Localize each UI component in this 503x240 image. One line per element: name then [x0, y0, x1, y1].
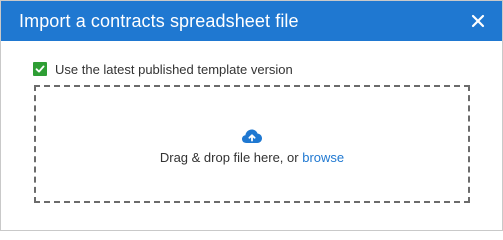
cloud-upload-icon — [242, 129, 262, 143]
dialog-header: Import a contracts spreadsheet file — [1, 1, 502, 41]
use-latest-checkbox[interactable] — [33, 62, 47, 76]
dialog-title: Import a contracts spreadsheet file — [19, 10, 299, 31]
close-icon — [471, 14, 485, 28]
dialog-body: Use the latest published template versio… — [1, 61, 502, 77]
dropzone-text: Drag & drop file here, or browse — [160, 150, 344, 165]
close-button[interactable] — [468, 11, 488, 31]
import-dialog: Import a contracts spreadsheet file Use … — [0, 0, 503, 231]
dropzone-instruction: Drag & drop file here, or — [159, 149, 303, 165]
use-latest-option: Use the latest published template versio… — [33, 61, 502, 77]
use-latest-label: Use the latest published template versio… — [55, 61, 293, 77]
file-dropzone[interactable]: Drag & drop file here, or browse — [34, 85, 470, 203]
browse-link[interactable]: browse — [302, 150, 344, 165]
checkmark-icon — [35, 65, 45, 73]
